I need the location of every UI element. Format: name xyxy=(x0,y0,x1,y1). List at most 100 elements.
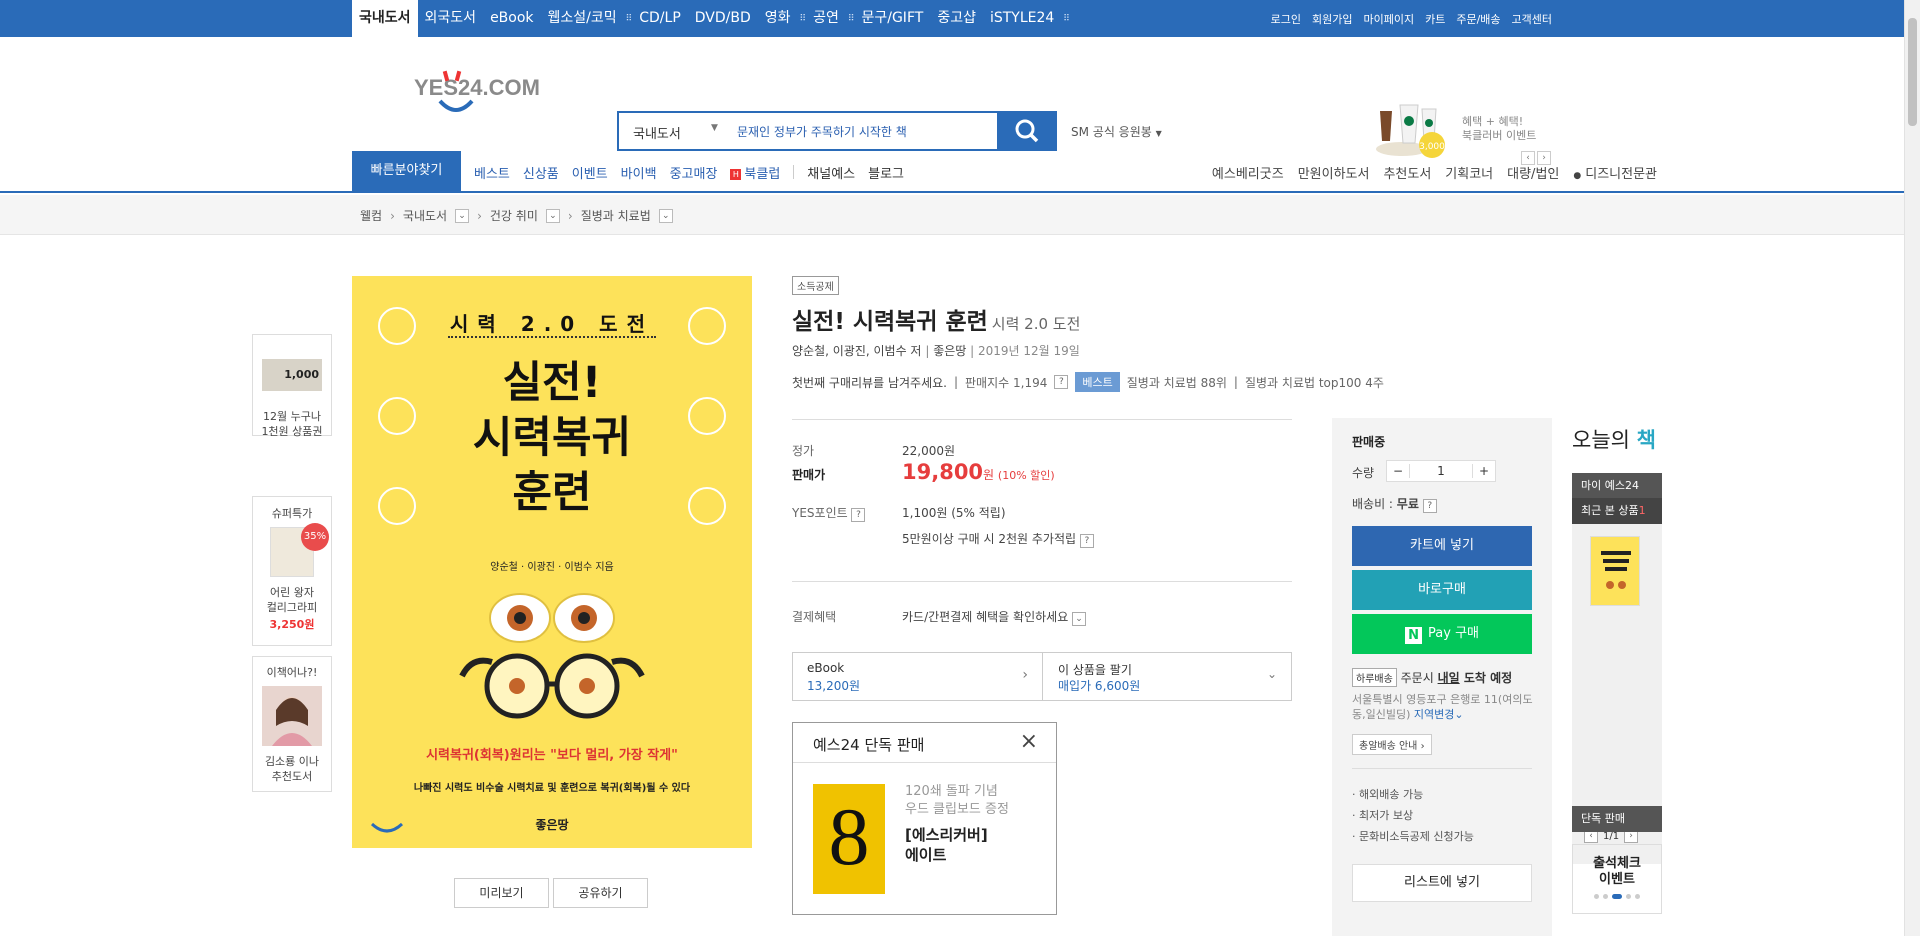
my-yes24-link[interactable]: 마이 예스24 xyxy=(1572,473,1662,498)
book-cover[interactable]: 시력 2.0 도전 실전! 시력복귀 훈련 양순철 · 이광진 · 이범수 지음… xyxy=(352,276,752,848)
scrollbar[interactable] xyxy=(1904,0,1920,936)
help-icon[interactable]: ? xyxy=(1422,499,1437,513)
npay-button[interactable]: N Pay 구매 xyxy=(1352,614,1532,654)
qty-value[interactable]: 1 xyxy=(1409,464,1473,478)
top-nav-item[interactable]: eBook xyxy=(483,0,540,37)
publisher-link[interactable]: 좋은땅 xyxy=(933,344,966,358)
top-nav-item[interactable]: CD/LP xyxy=(632,0,688,37)
side-ad-recommend[interactable]: 이책어나?! 김소룡 이나 추천도서 xyxy=(252,656,332,792)
add-to-list-button[interactable]: 리스트에 넣기 xyxy=(1352,864,1532,902)
disney-label: 디즈니전문관 xyxy=(1585,166,1657,182)
nav-link[interactable]: 중고매장 xyxy=(670,163,718,182)
list-price: 22,000원 xyxy=(902,444,956,458)
chevron-down-icon[interactable]: ⌄ xyxy=(658,208,673,223)
nav-link[interactable]: 예스베리굿즈 xyxy=(1212,163,1284,182)
nav-link[interactable]: 바이백 xyxy=(621,163,657,182)
review-link[interactable]: 첫번째 구매리뷰를 남겨주세요. xyxy=(792,374,947,391)
close-icon[interactable]: × xyxy=(1020,729,1038,755)
help-icon[interactable]: ? xyxy=(1079,534,1094,548)
ebook-label: eBook xyxy=(807,661,845,675)
nav-link[interactable]: 추천도서 xyxy=(1383,163,1431,182)
top-nav-item[interactable]: 영화 xyxy=(758,0,798,37)
top-nav-item[interactable]: 중고샵 xyxy=(930,0,983,37)
address: 서울특별시 영등포구 은행로 11(여의도동,일신빌딩) 지역변경⌄ xyxy=(1352,692,1542,722)
sell-price: 매입가 6,600원 xyxy=(1058,679,1141,693)
top-nav-item[interactable]: iSTYLE24 xyxy=(983,0,1061,37)
exclusive-name[interactable]: [에스리커버] 에이트 xyxy=(905,825,988,865)
quantity-stepper[interactable]: − 1 + xyxy=(1386,460,1496,482)
feature-text: 문화비소득공제 신청가능 xyxy=(1359,830,1474,843)
recent-book-thumb[interactable] xyxy=(1590,536,1640,606)
top-util-link[interactable]: 주문/배송 xyxy=(1456,11,1500,27)
sm-link[interactable]: SM 공식 응원봉 ▼ xyxy=(1071,123,1162,140)
top-nav-item[interactable]: 공연 xyxy=(806,0,846,37)
nav-link[interactable]: 베스트 xyxy=(474,163,510,182)
ebook-link[interactable]: eBook 13,200원 › xyxy=(793,653,1043,700)
search-input[interactable] xyxy=(737,116,987,146)
scrollbar-thumb[interactable] xyxy=(1908,18,1917,126)
feature-list: · 해외배송 가능 · 최저가 보상 · 문화비소득공제 신청가능 xyxy=(1352,784,1474,847)
breadcrumb-item[interactable]: 웰컴 xyxy=(360,207,382,224)
breadcrumb-bar: 웰컴 › 국내도서 ⌄ › 건강 취미 ⌄ › 질병과 치료법 ⌄ xyxy=(0,195,1904,235)
cover-authors: 양순철 · 이광진 · 이범수 지음 xyxy=(490,562,614,573)
top-util-link[interactable]: 로그인 xyxy=(1271,11,1301,27)
chevron-down-icon[interactable]: ▼ xyxy=(711,123,718,133)
nav-link[interactable]: 대량/법인 xyxy=(1507,163,1559,182)
search-button[interactable] xyxy=(998,111,1057,151)
exclusive-sale-label[interactable]: 단독 판매 xyxy=(1572,806,1662,832)
exclusive-book[interactable]: 8 xyxy=(813,784,885,894)
side-ad3-title: 이책어나?! xyxy=(266,666,318,679)
share-button[interactable]: 공유하기 xyxy=(553,878,648,908)
minus-icon[interactable]: − xyxy=(1387,464,1409,478)
sell-link[interactable]: 이 상품을 팔기 매입가 6,600원 ⌄ xyxy=(1044,653,1291,700)
naver-icon: N xyxy=(1405,627,1423,644)
yes24-logo[interactable]: YES24.COM xyxy=(386,67,556,137)
add-to-cart-button[interactable]: 카트에 넣기 xyxy=(1352,526,1532,566)
top-util-link[interactable]: 카트 xyxy=(1425,11,1445,27)
breadcrumb-item[interactable]: 건강 취미 xyxy=(490,207,538,224)
breadcrumb-item[interactable]: 국내도서 xyxy=(403,207,447,224)
pay-benefit-value: 카드/간편결제 혜택을 확인하세요 xyxy=(902,610,1069,624)
rank2[interactable]: 질병과 치료법 top100 4주 xyxy=(1245,374,1384,391)
grid-icon: ⠿ xyxy=(847,13,855,24)
top-nav-item[interactable]: 외국도서 xyxy=(418,0,484,37)
nav-link[interactable]: 만원이하도서 xyxy=(1298,163,1370,182)
nav-link[interactable]: 기획코너 xyxy=(1445,163,1493,182)
disney-link[interactable]: ● 디즈니전문관 xyxy=(1573,163,1657,182)
attendance-event[interactable]: 출석체크 이벤트 xyxy=(1572,844,1662,914)
nav-link[interactable]: 채널예스 xyxy=(807,163,855,182)
rank1[interactable]: 질병과 치료법 88위 xyxy=(1127,374,1227,391)
nav-link[interactable]: 블로그 xyxy=(868,163,904,182)
buy-now-button[interactable]: 바로구매 xyxy=(1352,570,1532,610)
bullet-delivery-guide-button[interactable]: 총알배송 안내 › xyxy=(1352,734,1432,755)
top-nav-item[interactable]: 웹소설/코믹 xyxy=(541,0,624,37)
nav-link[interactable]: 이벤트 xyxy=(572,163,608,182)
arrival-text: 주문시 xyxy=(1400,671,1438,685)
list-price-label: 정가 xyxy=(792,444,815,458)
cover-tagline: 시력복귀(회복)원리는 "보다 멀리, 가장 작게" xyxy=(426,748,678,763)
top-nav-item[interactable]: 문구/GIFT xyxy=(854,0,930,37)
top-nav-item[interactable]: DVD/BD xyxy=(688,0,758,37)
bookclub-link[interactable]: H 북클럽 xyxy=(730,163,780,182)
authors-link[interactable]: 양순철, 이광진, 이범수 저 xyxy=(792,344,921,358)
quick-category-button[interactable]: 빠른분야찾기 xyxy=(352,151,461,193)
pay-benefit-wrap[interactable]: 카드/간편결제 혜택을 확인하세요 ⌄ xyxy=(902,608,1087,626)
chevron-down-icon[interactable]: ⌄ xyxy=(455,208,470,223)
extra-point-wrap: 5만원이상 구매 시 2천원 추가적립 ? xyxy=(902,532,1094,548)
region-change-link[interactable]: 지역변경 xyxy=(1414,708,1454,721)
nav-link[interactable]: 신상품 xyxy=(523,163,559,182)
chevron-down-icon[interactable]: ⌄ xyxy=(545,208,560,223)
plus-icon[interactable]: + xyxy=(1473,464,1495,478)
search-category[interactable]: 국내도서 xyxy=(633,123,681,142)
side-ad-voucher[interactable]: 1,000 12월 누구나 1천원 상품권 xyxy=(252,334,332,438)
top-util-link[interactable]: 마이페이지 xyxy=(1363,11,1414,27)
chevron-down-icon[interactable]: ⌄ xyxy=(1072,612,1087,626)
breadcrumb-item[interactable]: 질병과 치료법 xyxy=(581,207,651,224)
top-nav-item[interactable]: 국내도서 xyxy=(352,0,418,37)
help-icon[interactable]: ? xyxy=(1054,375,1069,389)
preview-button[interactable]: 미리보기 xyxy=(454,878,549,908)
top-util-link[interactable]: 회원가입 xyxy=(1312,11,1352,27)
help-icon[interactable]: ? xyxy=(851,508,866,522)
side-ad-superdeal[interactable]: 슈퍼특가 35% 어린 왕자 컬리그라피 3,250원 xyxy=(252,496,332,646)
top-util-link[interactable]: 고객센터 xyxy=(1512,11,1552,27)
